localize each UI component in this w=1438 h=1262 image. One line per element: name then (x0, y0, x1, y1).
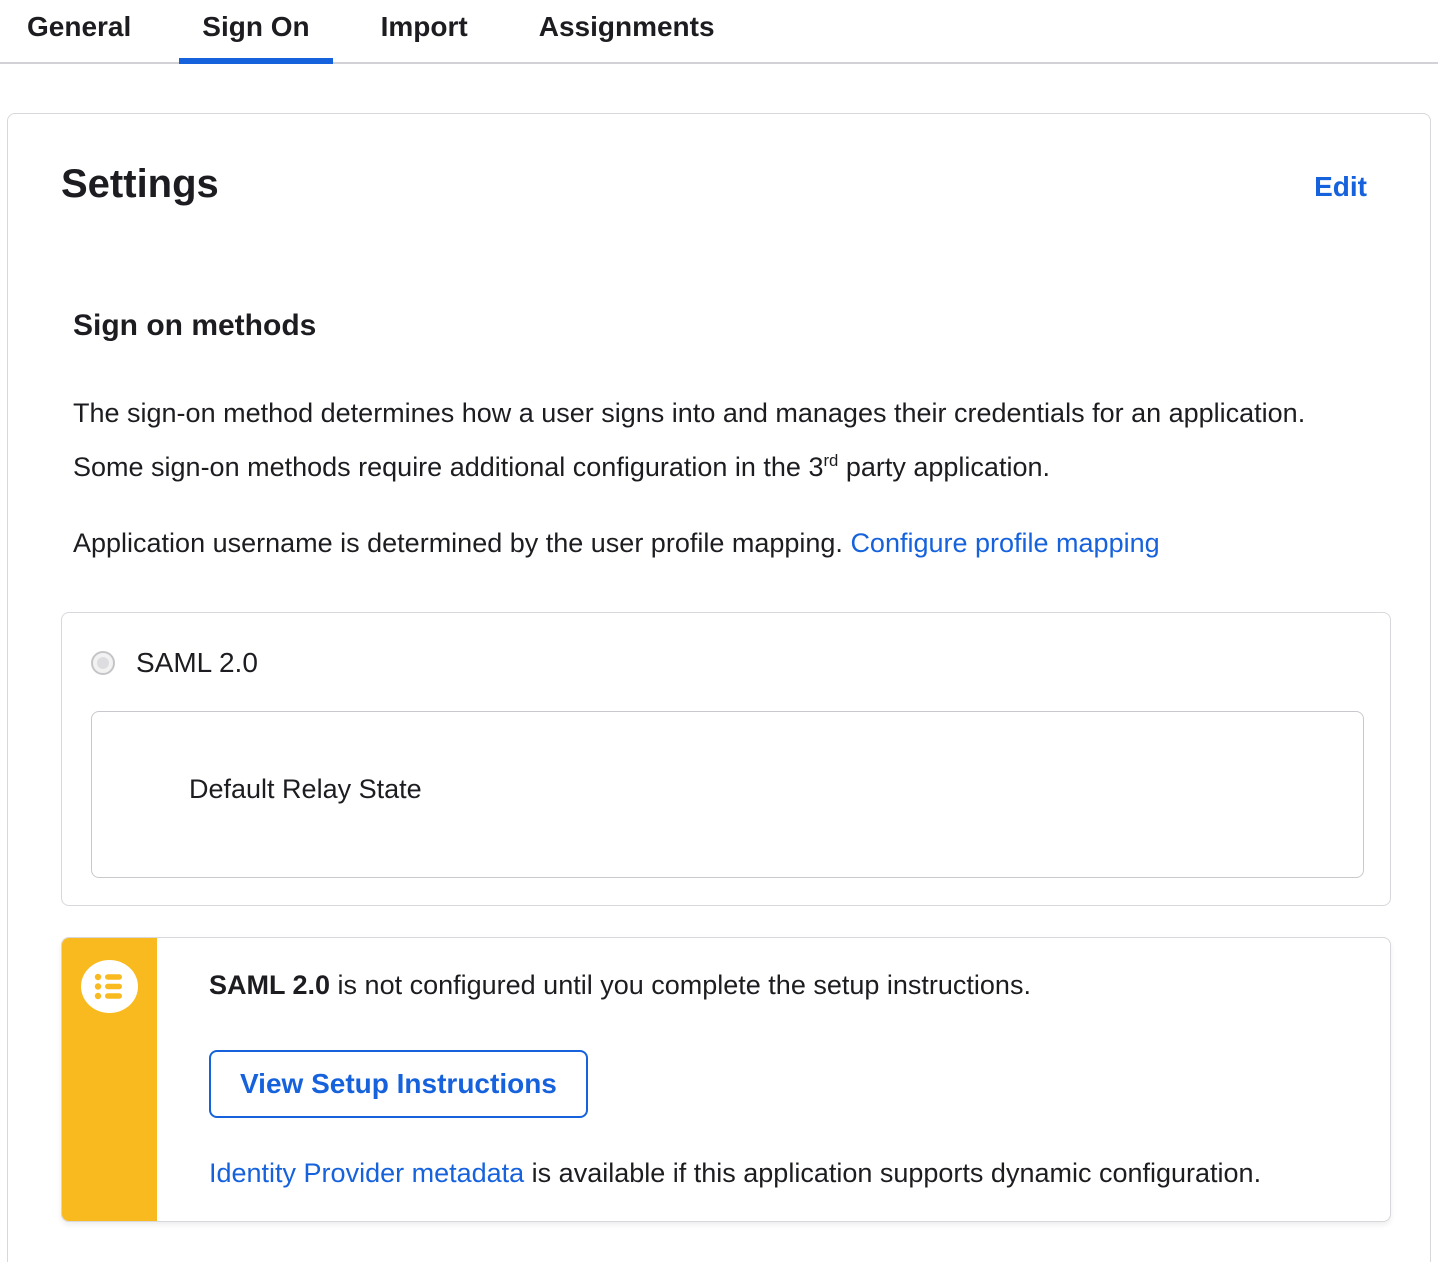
page-title: Settings (61, 162, 219, 206)
tab-assignments[interactable]: Assignments (516, 0, 738, 62)
description-superscript: rd (823, 451, 839, 470)
saml-not-configured-callout: SAML 2.0 is not configured until you com… (61, 937, 1391, 1222)
description-text: The sign-on method determines how a user… (73, 398, 1306, 482)
callout-message-bold: SAML 2.0 (209, 970, 331, 1000)
tab-import[interactable]: Import (358, 0, 491, 62)
sign-on-methods-heading: Sign on methods (73, 309, 317, 342)
saml-radio-button[interactable] (91, 651, 115, 675)
callout-accent-bar (62, 938, 157, 1221)
metadata-line-rest: is available if this application support… (524, 1158, 1262, 1188)
default-relay-state-label: Default Relay State (189, 774, 422, 804)
metadata-line: Identity Provider metadata is available … (209, 1153, 1370, 1193)
tab-general[interactable]: General (4, 0, 154, 62)
username-mapping-text: Application username is determined by th… (73, 528, 851, 558)
saml-radio-label: SAML 2.0 (136, 647, 258, 678)
saml-method-box: SAML 2.0 Default Relay State (61, 612, 1391, 906)
tab-sign-on[interactable]: Sign On (179, 0, 333, 64)
relay-state-field-box: Default Relay State (91, 711, 1364, 878)
callout-message: SAML 2.0 is not configured until you com… (209, 961, 1370, 1009)
configure-profile-mapping-link[interactable]: Configure profile mapping (850, 528, 1159, 558)
callout-body: SAML 2.0 is not configured until you com… (157, 938, 1390, 1221)
username-mapping-line: Application username is determined by th… (73, 519, 1391, 567)
sign-on-methods-section: Sign on methods The sign-on method deter… (54, 308, 1391, 1222)
settings-header: Settings Edit (54, 160, 1391, 208)
callout-message-rest: is not configured until you complete the… (330, 970, 1031, 1000)
identity-provider-metadata-link[interactable]: Identity Provider metadata (209, 1158, 524, 1188)
description-text-end: party application. (838, 452, 1050, 482)
app-tab-bar: General Sign On Import Assignments (0, 0, 1438, 64)
list-icon (81, 960, 138, 1013)
view-setup-instructions-button[interactable]: View Setup Instructions (209, 1050, 588, 1118)
edit-button[interactable]: Edit (1314, 170, 1367, 204)
sign-on-description: The sign-on method determines how a user… (73, 389, 1313, 491)
settings-card: Settings Edit Sign on methods The sign-o… (7, 113, 1431, 1262)
saml-radio-row: SAML 2.0 (91, 649, 1364, 677)
